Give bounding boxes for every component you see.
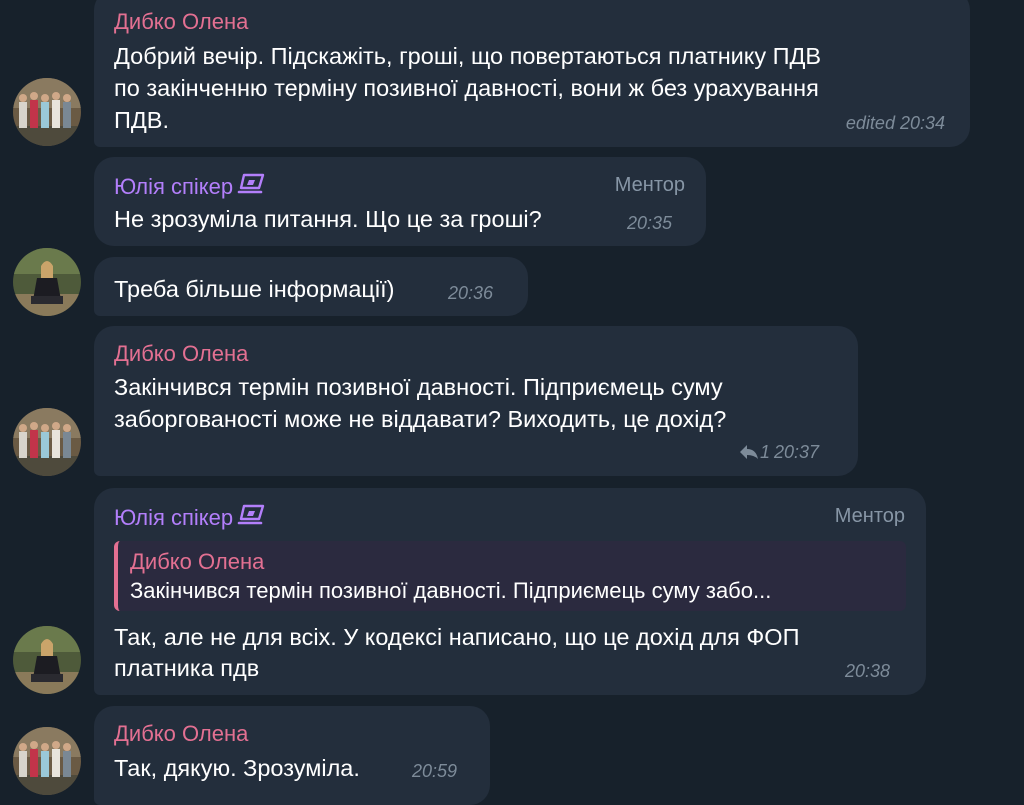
reply-arrow-icon [738,443,760,461]
message-time: 20:38 [845,661,891,681]
laptop-icon [237,503,267,535]
message-time: 20:35 [627,213,673,233]
sender-name[interactable]: Юлія спікер [114,503,267,535]
sender-name-text: Юлія спікер [114,504,234,530]
message-text: Не зрозуміла питання. Що це за гроші? [114,206,542,232]
message-text: Так, але не для всіх. У кодексі написано… [114,624,800,650]
message-time: 20:36 [448,283,494,303]
message-text: Так, дякую. Зрозуміла. [114,755,360,781]
avatar[interactable] [13,626,81,694]
message-time: 20:37 [774,442,820,462]
message-text: Закінчився термін позивної давності. Під… [114,374,723,400]
quote-text: Закінчився термін позивної давності. Під… [130,578,772,603]
reply-count-number: 1 [760,442,771,462]
sender-name[interactable]: Юлія спікер [114,172,267,204]
message-text: по закінченню терміну позивної давності,… [114,75,819,101]
avatar[interactable] [13,408,81,476]
sender-name[interactable]: Дибко Олена [114,341,248,367]
message-text: Треба більше інформації) [114,276,395,302]
message-text: ПДВ. [114,107,170,133]
avatar[interactable] [13,78,81,146]
sender-name[interactable]: Дибко Олена [114,721,248,747]
message-text: Добрий вечір. Підскажіть, гроші, що пове… [114,43,822,69]
message-text: заборгованості може не віддавати? Виходи… [114,406,727,432]
reply-count[interactable]: 1 20:37 [738,441,819,463]
laptop-icon [237,172,267,204]
role-badge: Ментор [834,505,905,527]
sender-name-text: Юлія спікер [114,173,234,199]
message-time: edited 20:34 [845,113,945,133]
quote-sender: Дибко Олена [130,549,265,574]
avatar[interactable] [13,248,81,316]
role-badge: Ментор [614,174,685,196]
reply-quote[interactable]: Дибко Олена Закінчився термін позивної д… [114,541,906,611]
message-time: 20:59 [412,761,458,781]
avatar[interactable] [13,727,81,795]
sender-name[interactable]: Дибко Олена [114,9,248,35]
message-text: платника пдв [114,655,260,681]
